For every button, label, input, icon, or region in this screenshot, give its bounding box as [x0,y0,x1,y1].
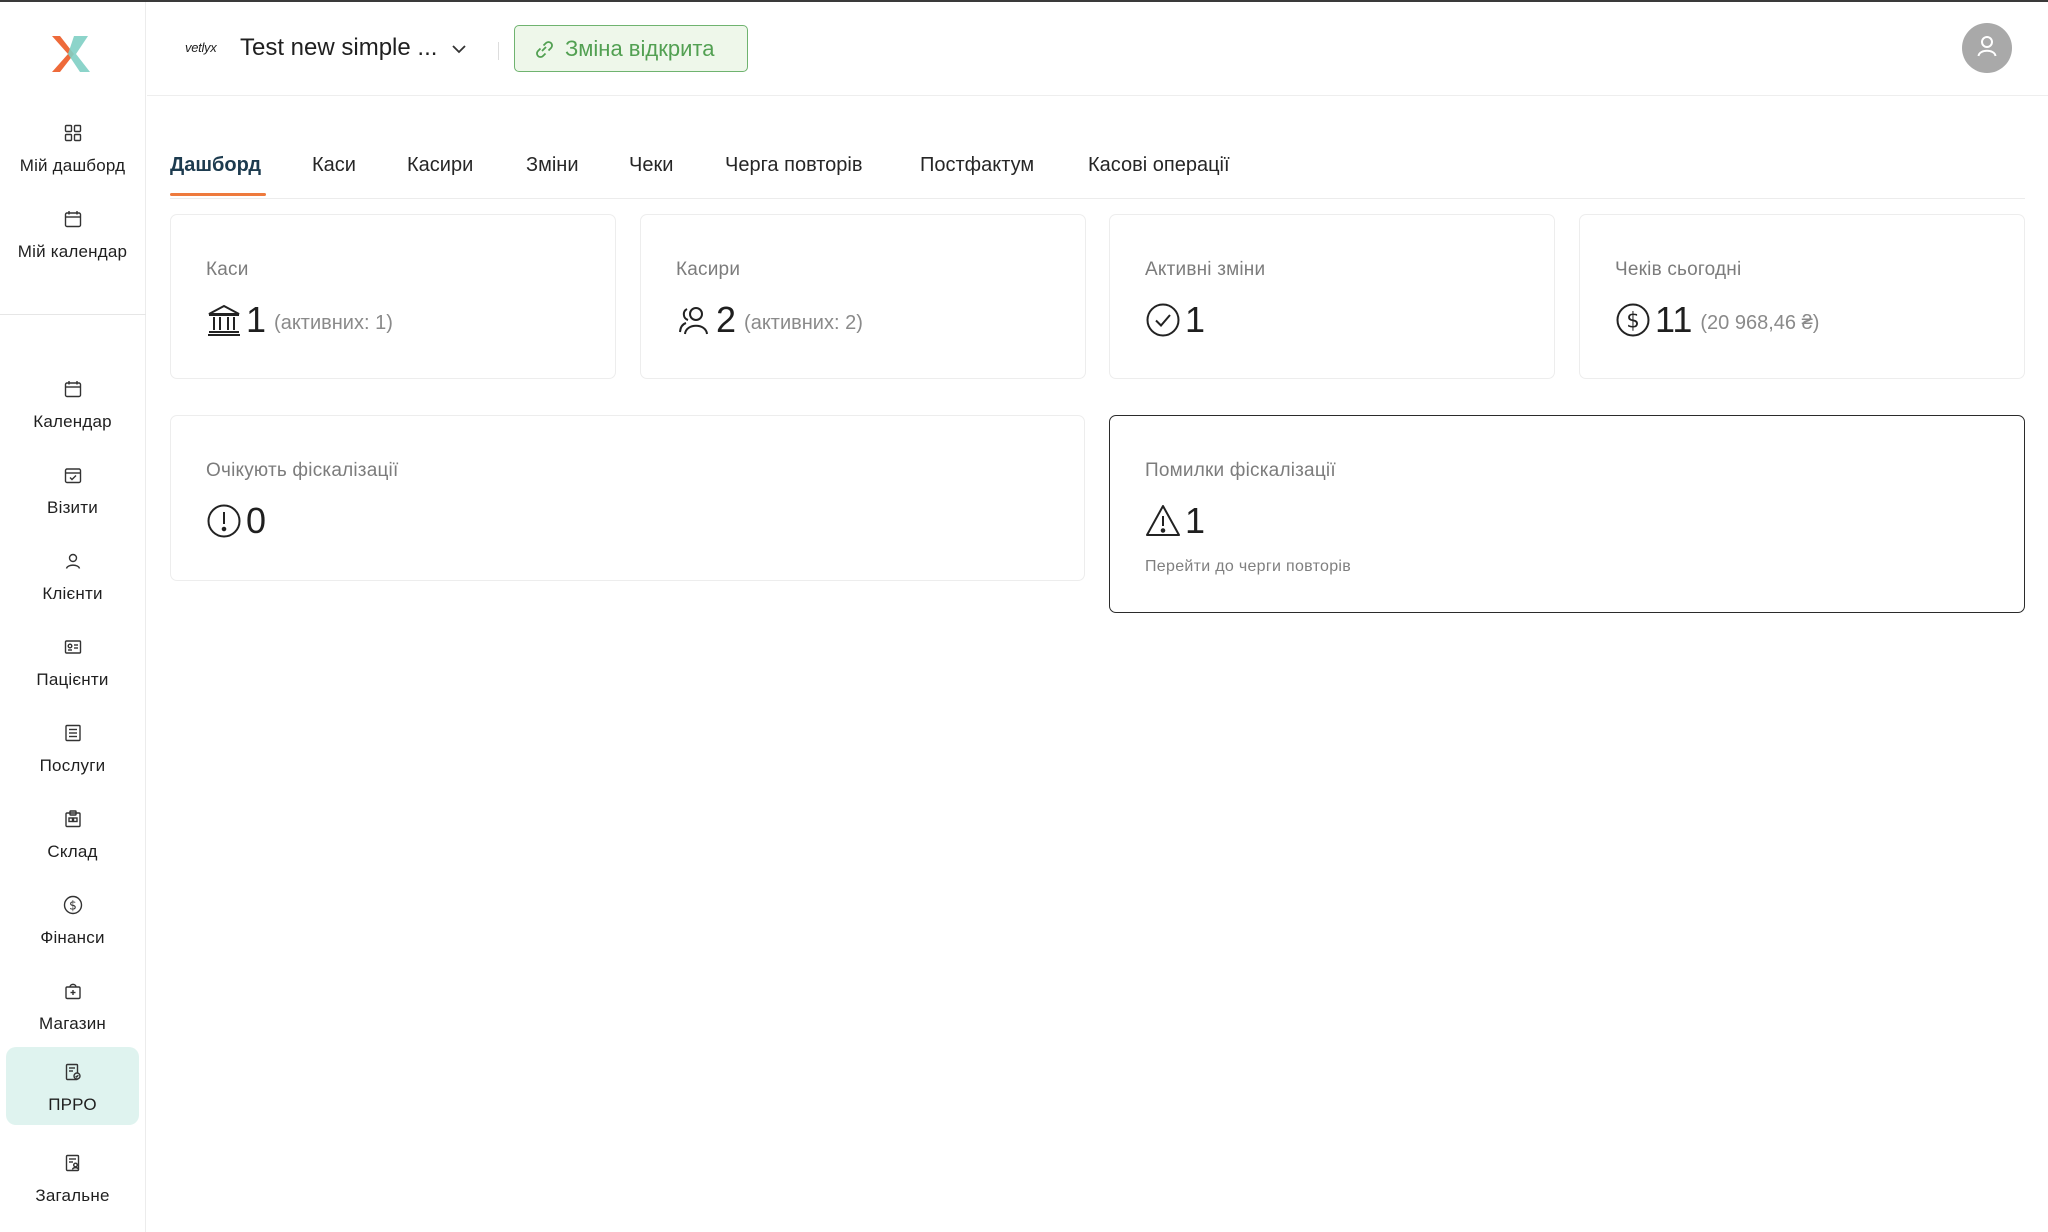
card-active-shifts: Активні зміни 1 [1109,214,1555,379]
active-tab-indicator [170,193,266,196]
sidebar-item-label: Фінанси [40,928,105,947]
card-checks-today: Чеків сьогодні $ 11 (20 968,46 ₴) [1579,214,2025,379]
svg-text:$: $ [1626,309,1639,333]
sidebar-item-label: Послуги [39,756,106,775]
active-shifts-count: 1 [1185,299,1206,340]
dollar-circle-icon: $ [62,894,84,916]
warning-triangle-icon [1145,503,1181,539]
fiscal-errors-count: 1 [1185,500,1206,541]
calendar-check-icon [62,464,84,486]
app-logo[interactable] [48,32,96,76]
sidebar-item-patients[interactable]: Пацієнти [6,622,139,700]
tab-cashiers[interactable]: Касири [407,154,473,177]
user-icon [1974,33,2000,64]
tab-checks[interactable]: Чеки [629,154,673,177]
top-header: vetlyx Test new simple ... Зміна відкрит… [147,2,2048,96]
sidebar-item-finance[interactable]: $ Фінанси [6,880,139,958]
card-title: Помилки фіскалізації [1145,460,1336,481]
sidebar-item-label: Мій дашборд [19,156,126,175]
checks-today-count: 11 [1655,299,1693,340]
alert-circle-icon [206,503,242,539]
user-avatar[interactable] [1962,23,2012,73]
sidebar-item-label: Загальне [35,1186,110,1205]
project-selector-label[interactable]: Test new simple ... [240,34,437,62]
registers-count: 1 [246,299,267,340]
shift-status-text: Зміна відкрита [565,35,715,61]
sidebar-item-general[interactable]: Загальне [6,1138,139,1216]
sidebar-item-warehouse[interactable]: Склад [6,794,139,872]
check-circle-icon [1145,302,1181,338]
card-registers: Каси 1 (активних: 1) [170,214,616,379]
retry-queue-link[interactable]: Перейти до черги повторів [1145,558,1351,576]
tab-postfactum[interactable]: Постфактум [920,154,1034,177]
sidebar-item-visits[interactable]: Візити [6,450,139,528]
sidebar-item-label: Склад [47,842,98,861]
registers-active: (активних: 1) [274,311,393,334]
sidebar-item-calendar[interactable]: Календар [6,364,139,442]
pending-fiscal-count: 0 [246,500,267,541]
shop-bag-icon [62,980,84,1002]
link-icon [531,36,557,62]
tab-cash-operations[interactable]: Касові операції [1088,154,1230,177]
card-title: Касири [676,259,741,280]
sidebar-item-services[interactable]: Послуги [6,708,139,786]
shift-status-button[interactable]: Зміна відкрита [514,25,748,72]
users-icon [676,302,712,338]
sidebar-item-label: Візити [47,498,98,517]
bank-icon [206,302,242,338]
card-title: Активні зміни [1145,259,1266,280]
svg-text:$: $ [69,899,77,913]
sidebar-item-prro[interactable]: ПРРО [6,1047,139,1125]
grid-icon [62,122,84,144]
card-title: Чеків сьогодні [1615,259,1742,280]
users-icon [62,550,84,572]
sidebar-item-label: ПРРО [48,1095,97,1114]
id-card-icon [62,636,84,658]
chevron-down-icon[interactable] [449,39,469,59]
sidebar-item-my-dashboard[interactable]: Мій дашборд [6,108,139,186]
sidebar-item-label: Пацієнти [36,670,109,689]
tab-bar: Дашборд Каси Касири Зміни Чеки Черга пов… [170,150,2025,199]
warehouse-icon [62,808,84,830]
sidebar-divider [0,314,146,315]
calendar-icon [62,378,84,400]
calendar-icon [62,208,84,230]
cashiers-count: 2 [716,299,737,340]
sidebar-item-my-calendar[interactable]: Мій календар [6,194,139,272]
card-fiscalization-errors[interactable]: Помилки фіскалізації 1 Перейти до черги … [1109,415,2025,613]
sidebar-item-label: Магазин [39,1014,106,1033]
tab-dashboard[interactable]: Дашборд [170,154,261,177]
card-title: Очікують фіскалізації [206,460,399,481]
sidebar-item-label: Календар [33,412,112,431]
card-pending-fiscalization: Очікують фіскалізації 0 [170,415,1085,581]
receipt-icon [62,1061,84,1083]
sidebar-item-label: Клієнти [42,584,103,603]
sidebar: Мій дашборд Мій календар Календар Візити… [0,2,146,1232]
sidebar-item-clients[interactable]: Клієнти [6,536,139,614]
card-title: Каси [206,259,249,280]
tab-registers[interactable]: Каси [312,154,356,177]
sidebar-item-shop[interactable]: Магазин [6,966,139,1044]
clinic-logo: vetlyx [185,40,217,55]
cashiers-active: (активних: 2) [744,311,863,334]
sidebar-item-label: Мій календар [17,242,128,261]
dollar-circle-icon: $ [1615,302,1651,338]
header-separator [498,42,499,60]
tab-shifts[interactable]: Зміни [526,154,579,177]
document-user-icon [62,1152,84,1174]
card-cashiers: Касири 2 (активних: 2) [640,214,1086,379]
checks-today-sum: (20 968,46 ₴) [1700,311,1820,334]
tab-retry-queue[interactable]: Черга повторів [725,154,863,177]
list-icon [62,722,84,744]
